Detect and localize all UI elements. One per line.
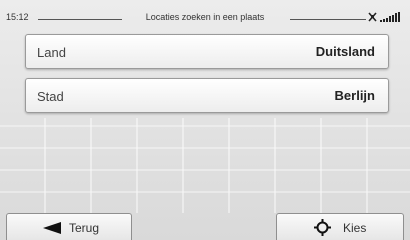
back-button-label: Terug [69, 221, 100, 235]
title-divider-left [38, 19, 122, 20]
city-field[interactable]: Stad Berlijn [25, 78, 389, 113]
country-field[interactable]: Land Duitsland [25, 34, 389, 69]
select-button[interactable]: Kies [276, 213, 404, 240]
city-label: Stad [37, 89, 64, 104]
crosshair-icon [314, 219, 331, 236]
clock: 15:12 [6, 12, 29, 22]
status-bar: 15:12 Locaties zoeken in een plaats [0, 0, 410, 28]
country-label: Land [37, 45, 66, 60]
city-value: Berlijn [334, 88, 375, 103]
arrow-left-icon [43, 222, 61, 234]
select-button-label: Kies [343, 221, 367, 235]
back-button[interactable]: Terug [6, 213, 132, 240]
country-value: Duitsland [315, 44, 375, 59]
gps-satellite-icon [368, 12, 377, 22]
background-grid [0, 118, 410, 213]
screen-title: Locaties zoeken in een plaats [145, 12, 265, 22]
status-icons [368, 12, 400, 22]
signal-strength-icon [380, 12, 400, 22]
title-divider-right [290, 19, 366, 20]
